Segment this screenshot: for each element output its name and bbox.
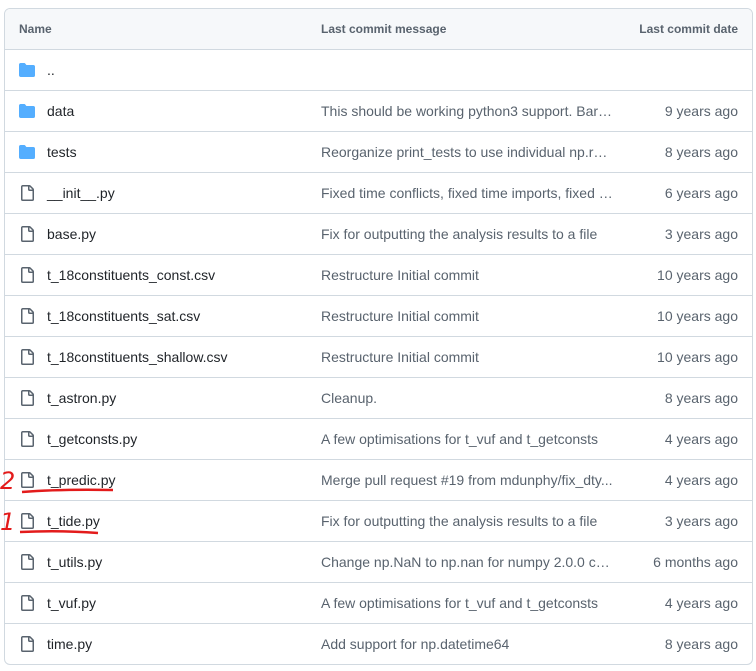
commit-date: 4 years ago	[664, 472, 738, 488]
commit-date: 8 years ago	[664, 636, 738, 652]
header-message: Last commit message	[321, 22, 447, 36]
folder-icon	[19, 62, 35, 78]
commit-message-link[interactable]: A few optimisations for t_vuf and t_getc…	[305, 595, 615, 611]
folder-link[interactable]: tests	[47, 144, 77, 160]
file-link[interactable]: t_tide.py	[47, 513, 100, 529]
file-icon	[19, 554, 35, 570]
commit-date: 6 months ago	[653, 554, 738, 570]
file-link[interactable]: t_vuf.py	[47, 595, 96, 611]
commit-date: 4 years ago	[664, 595, 738, 611]
file-icon	[19, 267, 35, 283]
table-row[interactable]: time.py Add support for np.datetime64 8 ye…	[5, 624, 752, 664]
commit-date: 10 years ago	[657, 267, 738, 283]
table-row[interactable]: base.py Fix for outputting the analysis r…	[5, 214, 752, 255]
file-icon	[19, 513, 35, 529]
name-cell: tests	[5, 144, 305, 160]
commit-message-link[interactable]: A few optimisations for t_vuf and t_getc…	[305, 431, 615, 447]
table-row[interactable]: tests Reorganize print_tests to use indiv…	[5, 132, 752, 173]
file-link[interactable]: t_utils.py	[47, 554, 102, 570]
table-row[interactable]: t_18constituents_sat.csv Restructure Init…	[5, 296, 752, 337]
commit-date: 8 years ago	[664, 144, 738, 160]
commit-message-link[interactable]: Restructure Initial commit	[305, 267, 615, 283]
table-row[interactable]: t_astron.py Cleanup. 8 years ago	[5, 378, 752, 419]
name-cell: t_18constituents_const.csv	[5, 267, 305, 283]
folder-icon	[19, 144, 35, 160]
file-link[interactable]: t_astron.py	[47, 390, 116, 406]
commit-message-link[interactable]: Restructure Initial commit	[305, 349, 615, 365]
name-cell: data	[5, 103, 305, 119]
commit-message-link[interactable]: Fix for outputting the analysis results …	[305, 226, 615, 242]
table-row[interactable]: t_predic.py Merge pull request #19 from m…	[5, 460, 752, 501]
file-icon	[19, 431, 35, 447]
file-table: Name Last commit message Last commit dat…	[4, 8, 753, 665]
commit-date: 9 years ago	[664, 103, 738, 119]
commit-date: 4 years ago	[664, 431, 738, 447]
file-link[interactable]: t_18constituents_shallow.csv	[47, 349, 228, 365]
table-row[interactable]: t_18constituents_const.csv Restructure In…	[5, 255, 752, 296]
commit-date: 3 years ago	[664, 513, 738, 529]
file-link[interactable]: t_18constituents_sat.csv	[47, 308, 200, 324]
table-row[interactable]: data This should be working python3 suppo…	[5, 91, 752, 132]
table-row[interactable]: t_getconsts.py A few optimisations for t_…	[5, 419, 752, 460]
file-link[interactable]: t_18constituents_const.csv	[47, 267, 215, 283]
file-icon	[19, 308, 35, 324]
folder-icon	[19, 103, 35, 119]
name-cell: base.py	[5, 226, 305, 242]
commit-message-link[interactable]: Merge pull request #19 from mdunphy/fix_…	[305, 472, 615, 488]
table-row[interactable]: t_tide.py Fix for outputting the analysis…	[5, 501, 752, 542]
commit-message-link[interactable]: Restructure Initial commit	[305, 308, 615, 324]
table-row[interactable]: __init__.py Fixed time conflicts, fixed t…	[5, 173, 752, 214]
file-icon	[19, 226, 35, 242]
table-row[interactable]: t_vuf.py A few optimisations for t_vuf an…	[5, 583, 752, 624]
name-cell: t_utils.py	[5, 554, 305, 570]
file-link[interactable]: base.py	[47, 226, 96, 242]
name-cell: time.py	[5, 636, 305, 652]
file-icon	[19, 472, 35, 488]
name-cell: ..	[5, 62, 305, 78]
file-link[interactable]: t_predic.py	[47, 472, 115, 488]
commit-message-link[interactable]: Reorganize print_tests to use individual…	[305, 144, 615, 160]
name-cell: t_vuf.py	[5, 595, 305, 611]
header-date: Last commit date	[639, 22, 738, 36]
name-cell: t_18constituents_shallow.csv	[5, 349, 305, 365]
name-cell: t_predic.py	[5, 472, 305, 488]
table-row[interactable]: t_utils.py Change np.NaN to np.nan for nu…	[5, 542, 752, 583]
file-link[interactable]: t_getconsts.py	[47, 431, 137, 447]
commit-message-link[interactable]: Cleanup.	[305, 390, 615, 406]
commit-date: 8 years ago	[664, 390, 738, 406]
file-icon	[19, 595, 35, 611]
name-cell: t_tide.py	[5, 513, 305, 529]
file-icon	[19, 349, 35, 365]
name-cell: t_astron.py	[5, 390, 305, 406]
commit-message-link[interactable]: Change np.NaN to np.nan for numpy 2.0.0 …	[305, 554, 615, 570]
table-header: Name Last commit message Last commit dat…	[5, 9, 752, 50]
name-cell: t_getconsts.py	[5, 431, 305, 447]
commit-date: 6 years ago	[664, 185, 738, 201]
file-icon	[19, 185, 35, 201]
commit-date: 10 years ago	[657, 308, 738, 324]
commit-message-link[interactable]: Add support for np.datetime64	[305, 636, 615, 652]
folder-link[interactable]: data	[47, 103, 74, 119]
name-cell: t_18constituents_sat.csv	[5, 308, 305, 324]
file-icon	[19, 390, 35, 406]
commit-date: 3 years ago	[664, 226, 738, 242]
file-link[interactable]: time.py	[47, 636, 92, 652]
folder-link[interactable]: ..	[47, 62, 55, 78]
name-cell: __init__.py	[5, 185, 305, 201]
header-name: Name	[19, 22, 52, 36]
table-row[interactable]: ..	[5, 50, 752, 91]
file-icon	[19, 636, 35, 652]
commit-message-link[interactable]: This should be working python3 support. …	[305, 103, 615, 119]
commit-message-link[interactable]: Fixed time conflicts, fixed time imports…	[305, 185, 615, 201]
file-link[interactable]: __init__.py	[47, 185, 115, 201]
commit-date: 10 years ago	[657, 349, 738, 365]
commit-message-link[interactable]: Fix for outputting the analysis results …	[305, 513, 615, 529]
table-row[interactable]: t_18constituents_shallow.csv Restructure …	[5, 337, 752, 378]
